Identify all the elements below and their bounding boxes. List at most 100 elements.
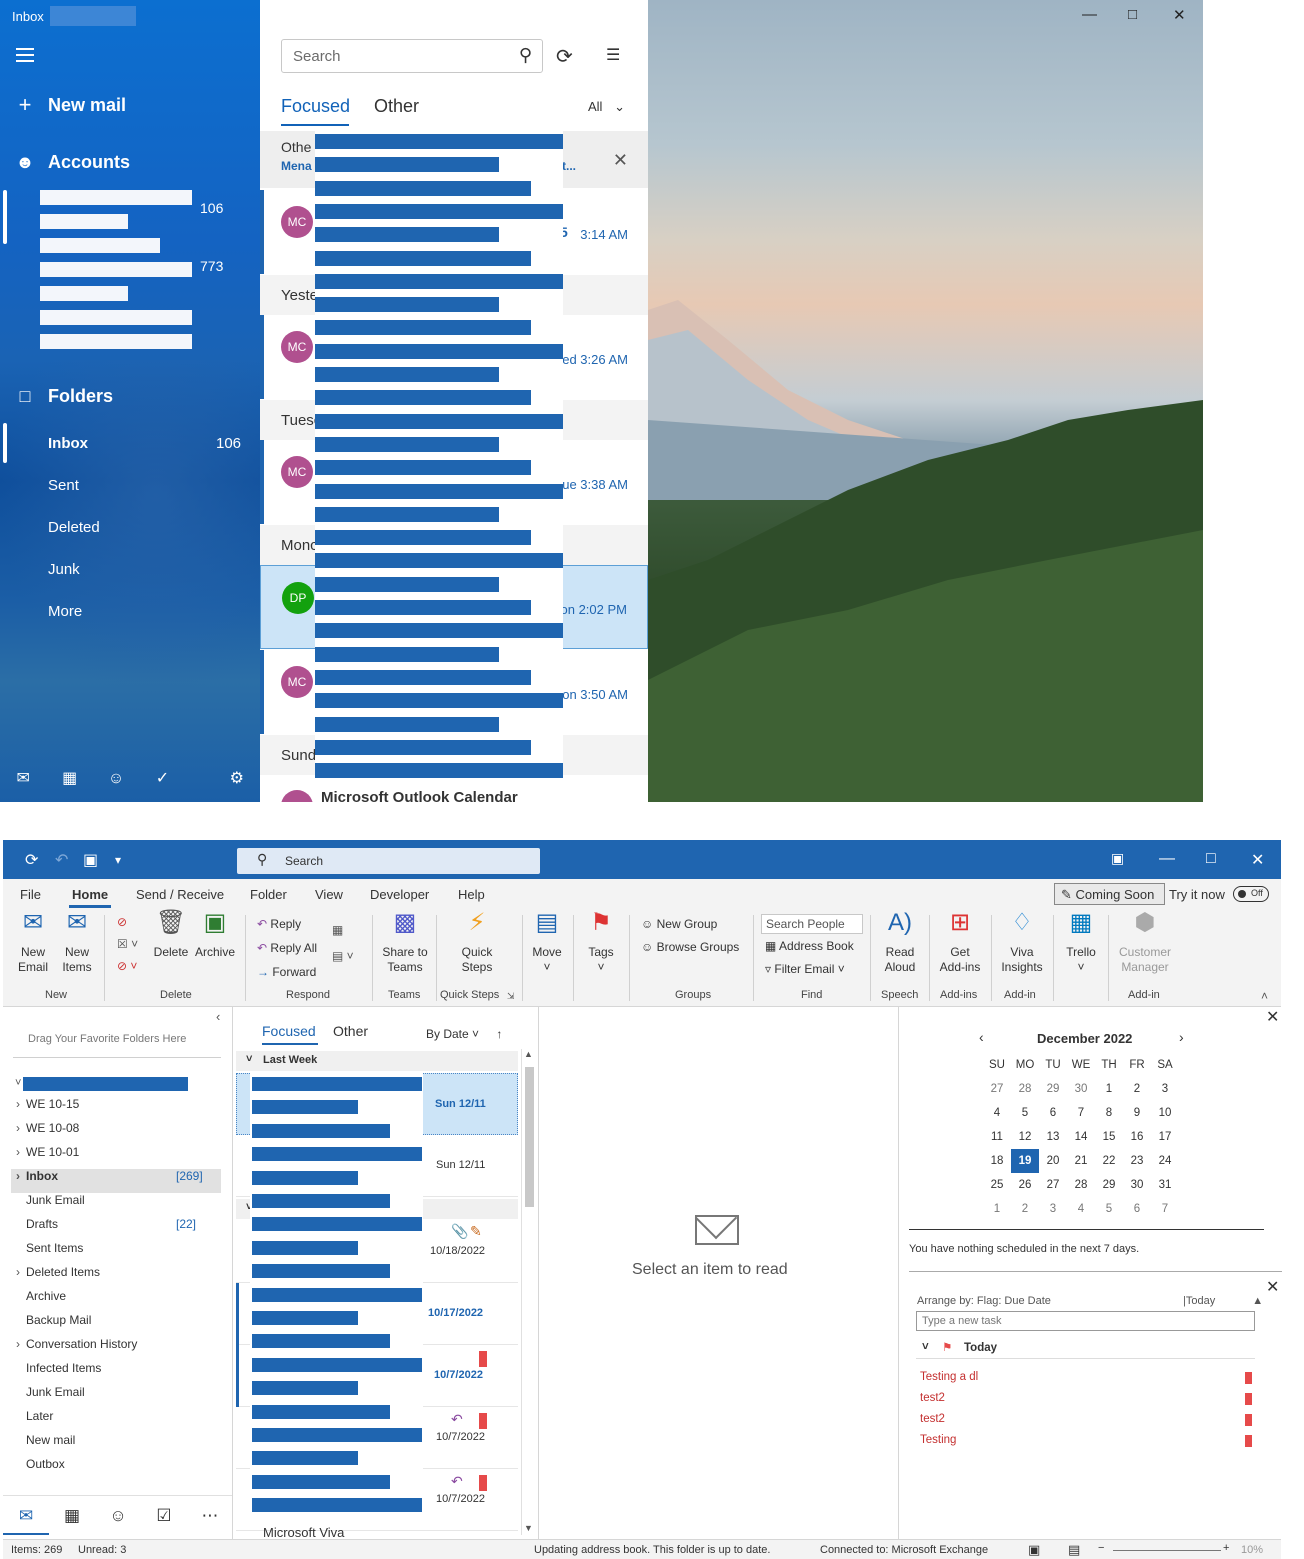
calendar-day[interactable]: 27: [1039, 1173, 1067, 1197]
search-icon[interactable]: ⚲: [519, 45, 532, 66]
calendar-day[interactable]: 8: [1095, 1101, 1123, 1125]
minimize-icon[interactable]: —: [1082, 6, 1097, 23]
calendar-day[interactable]: 28: [1011, 1077, 1039, 1101]
tags-button[interactable]: ⚑ Tags ˅: [583, 911, 619, 975]
calendar-day[interactable]: 2: [1123, 1077, 1151, 1101]
calendar-day[interactable]: 15: [1095, 1125, 1123, 1149]
calendar-day[interactable]: 6: [1123, 1197, 1151, 1221]
todo-icon[interactable]: ✓: [139, 760, 185, 798]
calendar-day[interactable]: 5: [1095, 1197, 1123, 1221]
search-people-input[interactable]: Search People: [761, 914, 863, 934]
folder-inbox[interactable]: Inbox: [48, 435, 88, 452]
trello-button[interactable]: ▦ Trello ˅: [1061, 911, 1101, 975]
calendar-day[interactable]: 3: [1039, 1197, 1067, 1221]
calendar-day[interactable]: 17: [1151, 1125, 1179, 1149]
calendar-day[interactable]: 3: [1151, 1077, 1179, 1101]
new-email-button[interactable]: ✉ New Email: [15, 911, 51, 975]
new-task-input[interactable]: Type a new task: [916, 1311, 1255, 1331]
flag-icon[interactable]: [1245, 1414, 1252, 1426]
meeting-icon[interactable]: ▦: [332, 923, 343, 937]
search-input[interactable]: ⚲ Search: [237, 848, 540, 874]
calendar-day[interactable]: 10: [1151, 1101, 1179, 1125]
zoom-out-icon[interactable]: −: [1098, 1542, 1104, 1554]
forward-button[interactable]: → Forward: [257, 965, 316, 979]
calendar-icon[interactable]: ▦: [46, 760, 92, 798]
folder-sent[interactable]: Sent: [48, 477, 79, 494]
coming-soon-button[interactable]: ✎ Coming Soon: [1054, 883, 1165, 905]
menu-file[interactable]: File: [20, 887, 41, 902]
previous-month-icon[interactable]: ‹: [979, 1029, 984, 1045]
move-button[interactable]: ▤ Move ˅: [529, 911, 565, 975]
close-calendar-icon[interactable]: ✕: [1266, 1007, 1279, 1027]
collapse-ribbon-icon[interactable]: ˄: [1261, 989, 1268, 1003]
folder-item[interactable]: Later: [26, 1409, 53, 1423]
close-window-icon[interactable]: ✕: [1251, 850, 1264, 870]
new-mail-button[interactable]: + New mail: [14, 92, 126, 118]
more-respond-icon[interactable]: ▤ ˅: [332, 949, 354, 963]
flag-icon[interactable]: [1245, 1372, 1252, 1384]
menu-folder[interactable]: Folder: [250, 887, 287, 902]
select-mode-icon[interactable]: ☰: [606, 45, 620, 65]
folder-junk[interactable]: Junk: [48, 561, 80, 578]
close-window-icon[interactable]: ✕: [1173, 6, 1186, 24]
tab-other[interactable]: Other: [333, 1023, 368, 1039]
view-toggle-icon[interactable]: ▣: [83, 850, 98, 870]
ribbon-display-icon[interactable]: ▣: [1111, 850, 1124, 867]
tab-other[interactable]: Other: [374, 96, 419, 117]
dialog-launcher-icon[interactable]: ⇲: [507, 991, 515, 1002]
menu-view[interactable]: View: [315, 887, 343, 902]
delete-button[interactable]: 🗑 Delete: [153, 911, 189, 960]
calendar-day[interactable]: 14: [1067, 1125, 1095, 1149]
chevron-right-icon[interactable]: ›: [16, 1145, 20, 1159]
arrange-by-label[interactable]: Arrange by: Flag: Due Date: [917, 1295, 1051, 1307]
junk-icon[interactable]: ⊘ ˅: [117, 959, 137, 973]
people-icon[interactable]: ☺: [93, 760, 139, 798]
zoom-slider[interactable]: [1113, 1550, 1221, 1551]
minimize-icon[interactable]: —: [1159, 850, 1175, 868]
tab-focused[interactable]: Focused: [281, 96, 350, 117]
folder-item[interactable]: › Conversation History: [16, 1337, 137, 1351]
arrange-today-label[interactable]: |Today ▲: [1183, 1295, 1263, 1307]
folder-item[interactable]: Archive: [26, 1289, 66, 1303]
new-outlook-toggle[interactable]: Off: [1233, 886, 1269, 902]
search-input[interactable]: Search ⚲: [281, 39, 543, 73]
folder-item[interactable]: Junk Email: [26, 1193, 85, 1207]
calendar-day[interactable]: 16: [1123, 1125, 1151, 1149]
zoom-in-icon[interactable]: +: [1223, 1542, 1229, 1554]
normal-view-icon[interactable]: ▣: [1028, 1542, 1040, 1558]
calendar-day[interactable]: 5: [1011, 1101, 1039, 1125]
customer-manager-button[interactable]: ⬢ Customer Manager: [1115, 911, 1175, 975]
task-group-header[interactable]: ˅ ⚑ Today: [916, 1337, 1255, 1359]
menu-help[interactable]: Help: [458, 887, 485, 902]
folder-item[interactable]: Backup Mail: [26, 1313, 91, 1327]
flag-icon[interactable]: [479, 1475, 487, 1491]
calendar-icon[interactable]: ▦: [49, 1496, 95, 1535]
settings-gear-icon[interactable]: ⚙: [214, 760, 260, 798]
calendar-day[interactable]: 4: [1067, 1197, 1095, 1221]
flag-icon[interactable]: [1245, 1393, 1252, 1405]
calendar-day[interactable]: 24: [1151, 1149, 1179, 1173]
flag-icon[interactable]: [479, 1413, 487, 1429]
chevron-right-icon[interactable]: ›: [16, 1097, 20, 1111]
new-group-button[interactable]: ☺ New Group: [641, 917, 717, 931]
calendar-day[interactable]: 18: [983, 1149, 1011, 1173]
calendar-day[interactable]: 25: [983, 1173, 1011, 1197]
folder-more[interactable]: More: [48, 603, 82, 620]
calendar-day[interactable]: 31: [1151, 1173, 1179, 1197]
chevron-down-icon[interactable]: ˅: [15, 1077, 21, 1089]
chevron-right-icon[interactable]: ›: [16, 1169, 20, 1183]
sort-direction-icon[interactable]: ↑: [496, 1027, 502, 1041]
folder-deleted[interactable]: Deleted: [48, 519, 100, 536]
scroll-down-icon[interactable]: ▼: [524, 1523, 533, 1533]
mail-icon[interactable]: ✉: [0, 760, 46, 798]
filter-email-button[interactable]: ▿ Filter Email ˅: [765, 962, 845, 976]
viva-insights-button[interactable]: ♢ Viva Insights: [996, 911, 1048, 975]
folder-item[interactable]: Sent Items: [26, 1241, 83, 1255]
reply-all-button[interactable]: ↶ Reply All: [257, 941, 317, 955]
calendar-day[interactable]: 7: [1151, 1197, 1179, 1221]
menu-send-receive[interactable]: Send / Receive: [136, 887, 224, 902]
menu-home[interactable]: Home: [72, 887, 108, 902]
folders-button[interactable]: □ Folders: [14, 386, 113, 407]
address-book-button[interactable]: ▦ Address Book: [765, 939, 854, 953]
accounts-button[interactable]: ☻ Accounts: [14, 152, 131, 173]
